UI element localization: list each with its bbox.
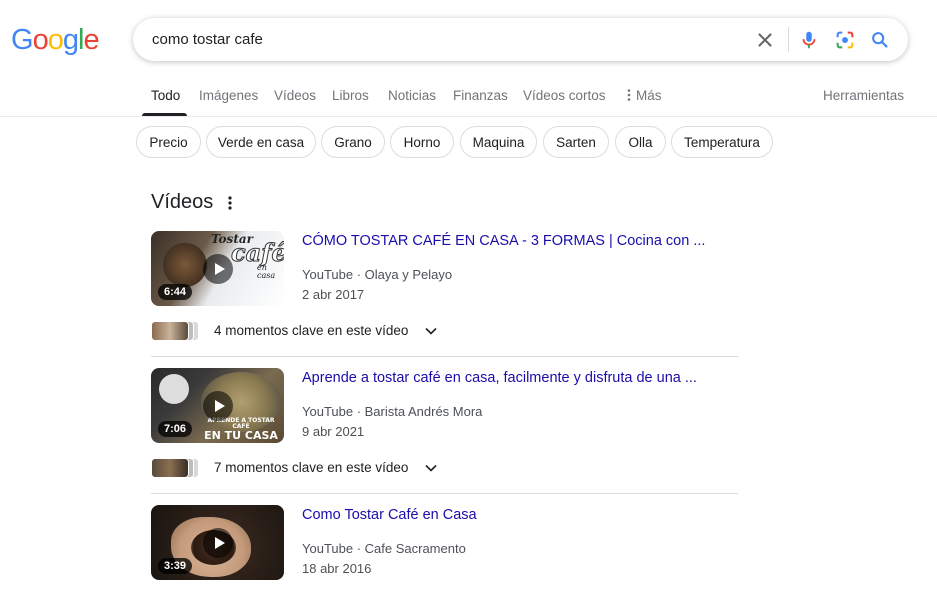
video-thumbnail[interactable]: 3:39 [151, 505, 284, 580]
video-source: YouTube · Barista Andrés Mora [302, 404, 483, 419]
tab-mas[interactable]: Más [625, 88, 662, 103]
video-title-link[interactable]: CÓMO TOSTAR CAFÉ EN CASA - 3 FORMAS | Co… [302, 233, 705, 249]
tab-todo[interactable]: Todo [151, 88, 180, 103]
video-source: YouTube · Olaya y Pelayo [302, 267, 453, 282]
thumbnail-pan [163, 243, 207, 287]
key-moments-toggle[interactable]: 7 momentos clave en este vídeo [151, 456, 451, 480]
search-input[interactable]: como tostar cafe [152, 31, 263, 48]
google-lens-icon[interactable] [834, 29, 856, 51]
tab-videos-cortos[interactable]: Vídeos cortos [523, 88, 606, 103]
play-icon [203, 391, 233, 421]
key-moments-label: 7 momentos clave en este vídeo [214, 460, 409, 475]
logo-letter-o2: o [47, 24, 64, 56]
key-moments-thumbnails [151, 458, 199, 478]
key-moments-toggle[interactable]: 4 momentos clave en este vídeo [151, 319, 451, 343]
key-moments-thumbnails [151, 321, 199, 341]
search-divider [788, 27, 789, 52]
thumbnail-text-cafe: café [231, 238, 284, 267]
chip-horno[interactable]: Horno [390, 126, 454, 158]
active-tab-indicator [142, 113, 187, 116]
tab-noticias[interactable]: Noticias [388, 88, 436, 103]
mic-icon[interactable] [798, 29, 820, 51]
more-options-icon[interactable] [224, 194, 236, 212]
chip-temperatura[interactable]: Temperatura [671, 126, 773, 158]
close-icon[interactable] [754, 29, 776, 51]
video-duration: 6:44 [158, 284, 193, 300]
logo-letter-g2: g [62, 24, 79, 56]
moment-thumb [151, 458, 189, 478]
video-title-link[interactable]: Como Tostar Café en Casa [302, 507, 477, 523]
tab-mas-label: Más [636, 88, 662, 103]
video-date: 9 abr 2021 [302, 424, 365, 439]
chip-verde-en-casa[interactable]: Verde en casa [206, 126, 316, 158]
logo-letter-e: e [83, 24, 99, 56]
tab-imagenes[interactable]: Imágenes [199, 88, 258, 103]
tab-videos[interactable]: Vídeos [274, 88, 316, 103]
video-duration: 3:39 [158, 558, 193, 574]
logo-letter-o1: o [32, 24, 49, 56]
chevron-down-icon [425, 464, 437, 472]
result-divider [151, 493, 738, 494]
result-divider [151, 356, 738, 357]
search-icon[interactable] [869, 29, 891, 51]
logo-letter-g: G [11, 24, 34, 56]
videos-section-title: Vídeos [151, 191, 214, 213]
chip-olla[interactable]: Olla [615, 126, 666, 158]
key-moments-label: 4 momentos clave en este vídeo [214, 323, 409, 338]
play-icon [203, 528, 233, 558]
search-tabs: Todo Imágenes Vídeos Libros Noticias Fin… [0, 82, 937, 117]
play-icon [203, 254, 233, 284]
video-thumbnail[interactable]: Tostar café en casa 6:44 [151, 231, 284, 306]
thumbnail-caption: APRENDE A TOSTAR CAFÉ EN TU CASA [201, 418, 281, 442]
thumbnail-logo [159, 374, 189, 404]
chip-maquina[interactable]: Maquina [460, 126, 537, 158]
thumbnail-caption-line2: EN TU CASA [204, 429, 278, 442]
video-thumbnail[interactable]: APRENDE A TOSTAR CAFÉ EN TU CASA 7:06 [151, 368, 284, 443]
video-duration: 7:06 [158, 421, 193, 437]
video-date: 18 abr 2016 [302, 561, 372, 576]
tools-button[interactable]: Herramientas [823, 88, 904, 103]
video-source: YouTube · Cafe Sacramento [302, 541, 466, 556]
search-box[interactable]: como tostar cafe [133, 18, 908, 61]
chip-precio[interactable]: Precio [136, 126, 201, 158]
video-date: 2 abr 2017 [302, 287, 365, 302]
more-vert-icon [627, 89, 631, 101]
video-title-link[interactable]: Aprende a tostar café en casa, facilment… [302, 370, 697, 386]
tab-finanzas[interactable]: Finanzas [453, 88, 508, 103]
google-logo[interactable]: Google [11, 24, 100, 57]
moment-thumb [151, 321, 189, 341]
chip-sarten[interactable]: Sarten [543, 126, 609, 158]
chevron-down-icon [425, 327, 437, 335]
chip-grano[interactable]: Grano [321, 126, 385, 158]
tab-libros[interactable]: Libros [332, 88, 369, 103]
